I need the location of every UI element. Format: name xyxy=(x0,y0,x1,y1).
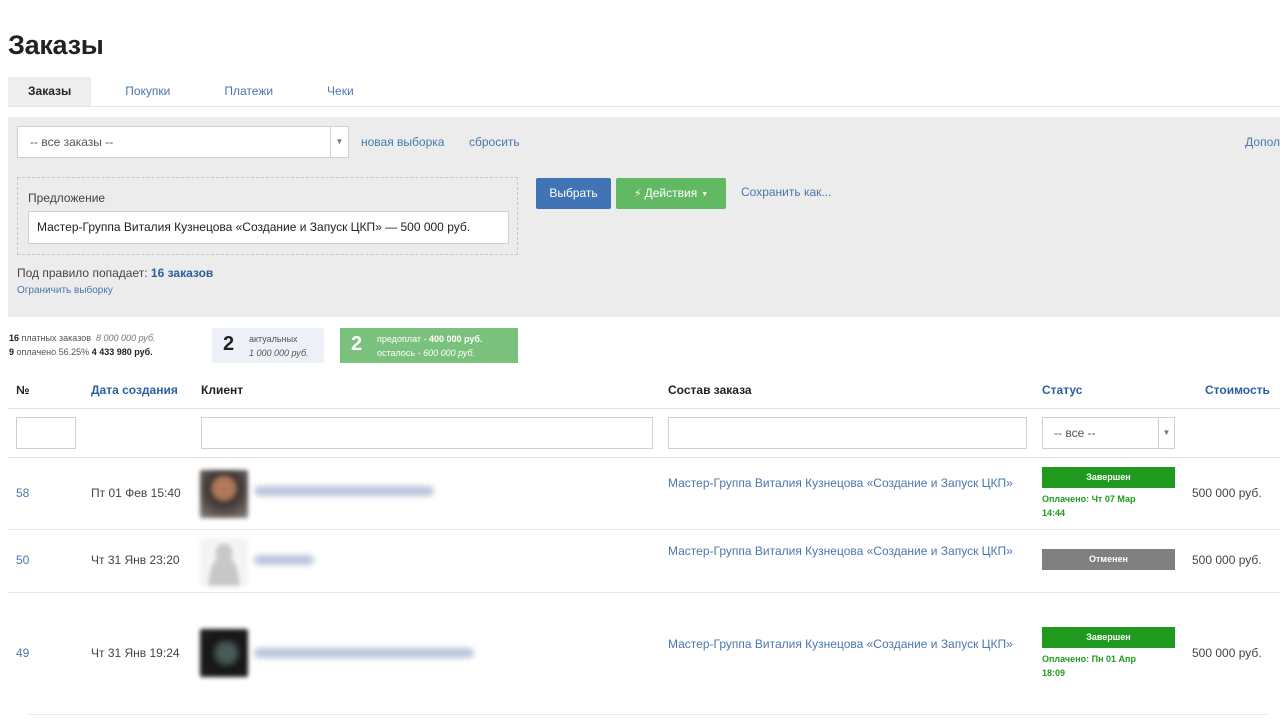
filter-panel: -- все заказы -- ▼ новая выборка сбросит… xyxy=(8,117,1280,317)
actual-label: актуальных xyxy=(249,334,298,344)
save-as-link[interactable]: Сохранить как... xyxy=(741,185,831,199)
order-price: 500 000 руб. xyxy=(1192,553,1262,567)
paid-date: Оплачено: Чт 07 Мар 14:44 xyxy=(1042,492,1175,520)
order-number-link[interactable]: 50 xyxy=(16,553,29,567)
table-row[interactable]: 50 Чт 31 Янв 23:20 Мастер-Группа Виталия… xyxy=(8,530,1280,592)
header-divider xyxy=(8,408,1280,409)
actions-button-label: Действия xyxy=(644,186,698,200)
prepay-count: 2 xyxy=(351,333,363,355)
preset-select-value: -- все заказы -- xyxy=(30,135,114,149)
client-filter-input[interactable] xyxy=(201,417,653,449)
avatar xyxy=(200,538,248,586)
paid-date: Оплачено: Пн 01 Апр 18:09 xyxy=(1042,652,1175,680)
rule-value-field[interactable]: Мастер-Группа Виталия Кузнецова «Создани… xyxy=(28,211,509,244)
order-number-link[interactable]: 49 xyxy=(16,646,29,660)
paid-time-line: 18:09 xyxy=(1042,668,1066,678)
prepayment-box[interactable]: 2 предоплат - 400 000 руб. осталось - 60… xyxy=(340,328,518,363)
paid-date-line: Оплачено: Пн 01 Апр xyxy=(1042,654,1136,664)
more-link[interactable]: Допол xyxy=(1245,135,1280,149)
table-row[interactable]: 49 Чт 31 Янв 19:24 Мастер-Группа Виталия… xyxy=(8,593,1280,715)
reset-link[interactable]: сбросить xyxy=(469,135,520,149)
prepay-sum: 400 000 руб. xyxy=(429,334,483,344)
order-date: Чт 31 Янв 23:20 xyxy=(91,553,180,567)
chevron-down-icon: ▼ xyxy=(330,127,348,157)
prepay-label: предоплат - xyxy=(377,334,427,344)
order-date: Пт 01 Фев 15:40 xyxy=(91,486,181,500)
new-selection-link[interactable]: новая выборка xyxy=(361,135,444,149)
tab-bar: Заказы Покупки Платежи Чеки xyxy=(8,77,1280,107)
match-count-link[interactable]: 16 заказов xyxy=(151,266,213,280)
order-items-link[interactable]: Мастер-Группа Виталия Кузнецова «Создани… xyxy=(668,635,1018,653)
column-date-sort[interactable]: Дата создания xyxy=(91,383,178,397)
number-filter-input[interactable] xyxy=(16,417,76,449)
paid-done-line: 9 оплачено 56.25% 4 433 980 руб. xyxy=(9,345,209,359)
rule-label: Предложение xyxy=(28,191,106,205)
paid-count: 16 xyxy=(9,333,20,343)
order-items-link[interactable]: Мастер-Группа Виталия Кузнецова «Создани… xyxy=(668,474,1018,492)
actual-count: 2 xyxy=(223,333,235,355)
order-date: Чт 31 Янв 19:24 xyxy=(91,646,180,660)
client-name-link[interactable] xyxy=(254,486,434,496)
tab-payments[interactable]: Платежи xyxy=(204,77,307,106)
client-name-link[interactable] xyxy=(254,555,314,565)
paid-label: платных заказов xyxy=(21,333,92,343)
limit-selection-link[interactable]: Ограничить выборку xyxy=(17,285,113,296)
status-cell: Завершен Оплачено: Пн 01 Апр 18:09 xyxy=(1042,627,1175,680)
status-cell: Завершен Оплачено: Чт 07 Мар 14:44 xyxy=(1042,467,1175,520)
page-title: Заказы xyxy=(8,30,104,60)
chevron-down-icon: ▼ xyxy=(1158,418,1174,448)
status-badge: Завершен xyxy=(1042,467,1175,488)
status-filter-select[interactable]: -- все -- ▼ xyxy=(1042,417,1175,449)
row-divider xyxy=(28,714,1268,715)
paid-date-line: Оплачено: Чт 07 Мар xyxy=(1042,494,1136,504)
tab-purchases[interactable]: Покупки xyxy=(105,77,204,106)
table-row[interactable]: 58 Пт 01 Фев 15:40 Мастер-Группа Виталия… xyxy=(8,458,1280,529)
caret-down-icon: ▼ xyxy=(701,191,709,198)
prepay-details: предоплат - 400 000 руб. осталось - 600 … xyxy=(377,332,483,360)
column-status-sort[interactable]: Статус xyxy=(1042,383,1082,397)
match-prefix: Под правило попадает: xyxy=(17,266,148,280)
actual-details: актуальных 1 000 000 руб. xyxy=(249,332,309,360)
tab-orders[interactable]: Заказы xyxy=(8,77,92,106)
order-price: 500 000 руб. xyxy=(1192,646,1262,660)
paid-done-sum: 4 433 980 руб. xyxy=(91,347,153,357)
tab-receipts[interactable]: Чеки xyxy=(307,77,388,106)
paid-orders-line: 16 платных заказов 8 000 000 руб. xyxy=(9,331,209,345)
actions-button[interactable]: ⚡ Действия ▼ xyxy=(616,178,726,209)
avatar xyxy=(200,629,248,677)
paid-done-label: оплачено 56.25% xyxy=(16,347,90,357)
avatar xyxy=(200,470,248,518)
order-price: 500 000 руб. xyxy=(1192,486,1262,500)
match-summary: Под правило попадает: 16 заказов xyxy=(17,266,213,280)
preset-select[interactable]: -- все заказы -- ▼ xyxy=(17,126,349,158)
items-filter-input[interactable] xyxy=(668,417,1027,449)
select-button[interactable]: Выбрать xyxy=(536,178,611,209)
column-number: № xyxy=(16,383,30,397)
paid-time-line: 14:44 xyxy=(1042,508,1066,518)
lightning-icon: ⚡ xyxy=(633,188,642,200)
column-client: Клиент xyxy=(201,383,244,397)
client-name-link[interactable] xyxy=(254,648,474,658)
paid-done-count: 9 xyxy=(9,347,15,357)
remaining-sum: 600 000 руб. xyxy=(423,348,476,358)
column-items: Состав заказа xyxy=(668,383,752,397)
order-items-link[interactable]: Мастер-Группа Виталия Кузнецова «Создани… xyxy=(668,542,1018,560)
status-cell: Отменен xyxy=(1042,549,1175,570)
rule-box: Предложение Мастер-Группа Виталия Кузнец… xyxy=(17,177,518,255)
paid-stats: 16 платных заказов 8 000 000 руб. 9 опла… xyxy=(9,331,209,359)
order-number-link[interactable]: 58 xyxy=(16,486,29,500)
paid-sum: 8 000 000 руб. xyxy=(96,333,156,343)
column-price-sort[interactable]: Стоимость xyxy=(1205,383,1270,397)
remaining-label: осталось - xyxy=(377,348,421,358)
status-filter-value: -- все -- xyxy=(1054,426,1096,440)
actual-sum: 1 000 000 руб. xyxy=(249,348,309,358)
status-badge: Отменен xyxy=(1042,549,1175,570)
status-badge: Завершен xyxy=(1042,627,1175,648)
actual-orders-box[interactable]: 2 актуальных 1 000 000 руб. xyxy=(212,328,324,363)
